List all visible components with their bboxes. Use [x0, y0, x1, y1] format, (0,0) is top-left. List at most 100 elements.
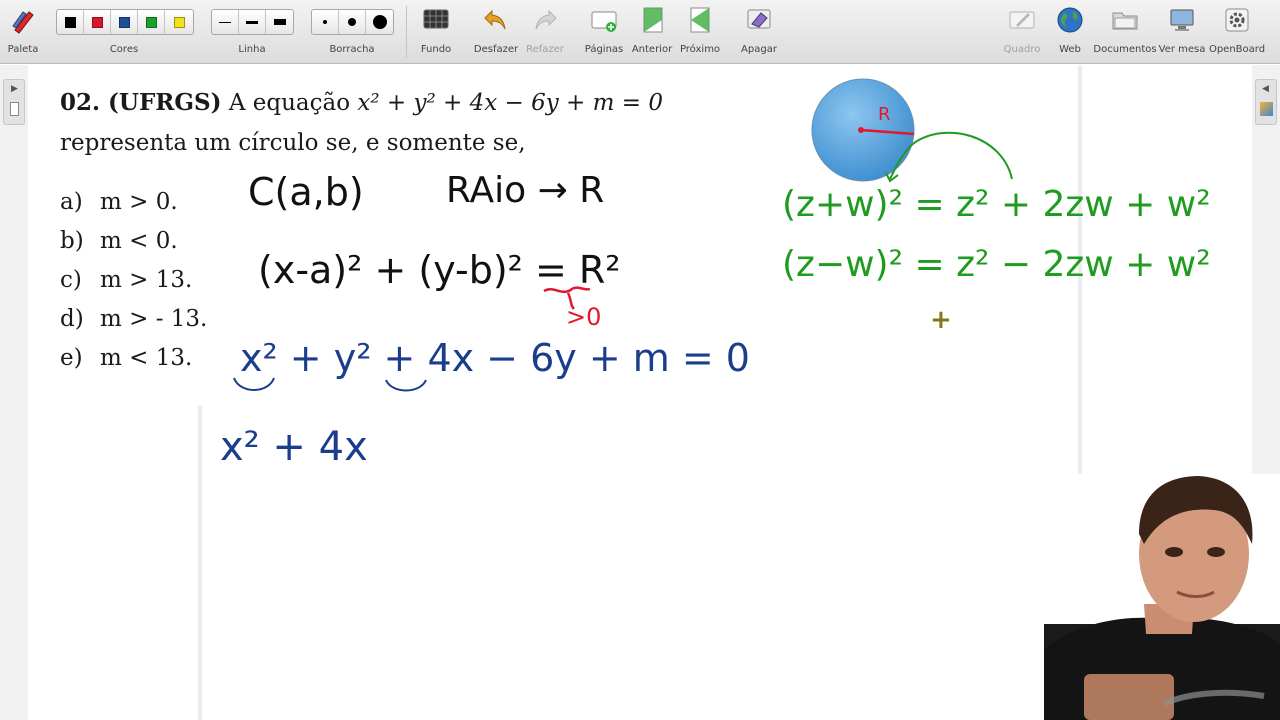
red-underline — [543, 286, 591, 310]
pages-label: Páginas — [584, 44, 624, 55]
next-page-label: Próximo — [679, 44, 721, 55]
grid-background-icon — [422, 6, 450, 34]
color-swatch-yellow — [173, 16, 185, 28]
option-text: m > 0. — [100, 189, 178, 215]
library-icon — [1260, 102, 1273, 116]
option-text: m < 13. — [100, 345, 193, 371]
redo-arrow-icon — [531, 6, 559, 34]
clear-label: Apagar — [741, 44, 777, 55]
option-d: d) m > - 13. — [60, 306, 207, 332]
option-letter: d) — [60, 306, 84, 332]
whiteboard[interactable]: ▶ ◀ 02. (UFRGS) A equação x² + y² + 4x −… — [0, 65, 1280, 720]
color-group — [56, 9, 194, 35]
right-sidebar-toggle[interactable]: ◀ — [1255, 79, 1277, 125]
pages-thumbnail-icon — [10, 102, 19, 116]
left-sidebar — [0, 65, 28, 720]
undo-label: Desfazer — [473, 44, 519, 55]
previous-page-label: Anterior — [631, 44, 673, 55]
previous-page-button[interactable]: Anterior — [632, 4, 672, 55]
board-label: Quadro — [1003, 44, 1041, 55]
color-blue-button[interactable] — [111, 10, 138, 34]
option-letter: e) — [60, 345, 83, 371]
line-thin-icon — [219, 21, 231, 23]
board-pen-icon — [1008, 6, 1036, 34]
clear-button[interactable]: Apagar — [738, 4, 780, 55]
line-medium-icon — [246, 20, 258, 24]
globe-icon — [1056, 6, 1084, 34]
palette-label: Paleta — [7, 44, 39, 55]
circle-illustration — [811, 78, 1013, 183]
color-swatch-red — [91, 16, 103, 28]
presenter-video — [1044, 474, 1280, 720]
line-label: Linha — [238, 44, 266, 55]
option-b: b) m < 0. — [60, 228, 178, 254]
circle-equation-left: (x-a)² + (y-b)² = — [258, 248, 579, 292]
eraser-large-button[interactable] — [366, 10, 393, 34]
next-page-icon — [686, 6, 714, 34]
radius-label: R — [878, 104, 891, 125]
background-button[interactable]: Fundo — [416, 4, 456, 55]
line-thick-button[interactable] — [266, 10, 293, 34]
eraser-small-button[interactable] — [312, 10, 339, 34]
palette-button[interactable]: Paleta — [4, 4, 42, 55]
line-width-group — [211, 9, 294, 35]
toolbar-separator — [406, 6, 407, 58]
question-stem: A equação — [228, 90, 351, 116]
eraser-label: Borracha — [329, 44, 375, 55]
eraser-large-icon — [372, 15, 387, 29]
identity-difference-square: (z−w)² = z² − 2zw + w² — [782, 244, 1211, 285]
partial-expression: x² + 4x — [220, 424, 368, 470]
next-page-button[interactable]: Próximo — [680, 4, 720, 55]
documents-button[interactable]: Documentos — [1093, 4, 1157, 55]
webcam-overlay — [1044, 474, 1280, 720]
left-sidebar-toggle[interactable]: ▶ — [3, 79, 25, 125]
option-letter: c) — [60, 267, 82, 293]
option-e: e) m < 13. — [60, 345, 192, 371]
undo-arrow-icon — [482, 6, 510, 34]
color-swatch-black — [64, 16, 76, 28]
eraser-medium-button[interactable] — [339, 10, 366, 34]
openboard-menu-button[interactable]: OpenBoard — [1209, 4, 1265, 55]
option-text: m > 13. — [100, 267, 193, 293]
undo-button[interactable]: Desfazer — [474, 4, 518, 55]
blue-underlines — [233, 377, 427, 392]
color-green-button[interactable] — [138, 10, 165, 34]
background-label: Fundo — [420, 44, 452, 55]
color-black-button[interactable] — [57, 10, 84, 34]
line-thin-button[interactable] — [212, 10, 239, 34]
chevron-right-icon: ▶ — [11, 84, 18, 94]
show-desktop-label: Ver mesa — [1158, 44, 1206, 55]
redo-label: Refazer — [526, 44, 564, 55]
color-red-button[interactable] — [84, 10, 111, 34]
colors-label: Cores — [109, 44, 139, 55]
question-equation: x² + y² + 4x − 6y + m = 0 — [357, 90, 663, 116]
option-text: m > - 13. — [100, 306, 208, 332]
page-edge-line — [198, 405, 202, 720]
web-button[interactable]: Web — [1050, 4, 1090, 55]
pages-button[interactable]: Páginas — [584, 4, 624, 55]
redo-button[interactable]: Refazer — [524, 4, 566, 55]
gear-icon — [1223, 6, 1251, 34]
board-button[interactable]: Quadro — [1002, 4, 1042, 55]
pen-palette-icon — [9, 6, 37, 34]
monitor-icon — [1168, 6, 1196, 34]
show-desktop-button[interactable]: Ver mesa — [1159, 4, 1205, 55]
eraser-small-icon — [323, 20, 327, 24]
line-thick-icon — [273, 19, 286, 25]
previous-page-icon — [638, 6, 666, 34]
option-c: c) m > 13. — [60, 267, 192, 293]
color-yellow-button[interactable] — [165, 10, 193, 34]
option-letter: a) — [60, 189, 83, 215]
question-line2: representa um círculo se, e somente se, — [60, 130, 526, 156]
color-swatch-green — [145, 16, 157, 28]
openboard-label: OpenBoard — [1208, 44, 1266, 55]
add-page-icon — [590, 6, 618, 34]
plus-cursor: + — [930, 305, 952, 335]
question-number: 02. (UFRGS) — [60, 89, 222, 116]
web-label: Web — [1059, 44, 1081, 55]
line-medium-button[interactable] — [239, 10, 266, 34]
chevron-left-icon: ◀ — [1262, 84, 1269, 94]
option-text: m < 0. — [100, 228, 178, 254]
option-letter: b) — [60, 228, 84, 254]
clear-eraser-icon — [745, 6, 773, 34]
